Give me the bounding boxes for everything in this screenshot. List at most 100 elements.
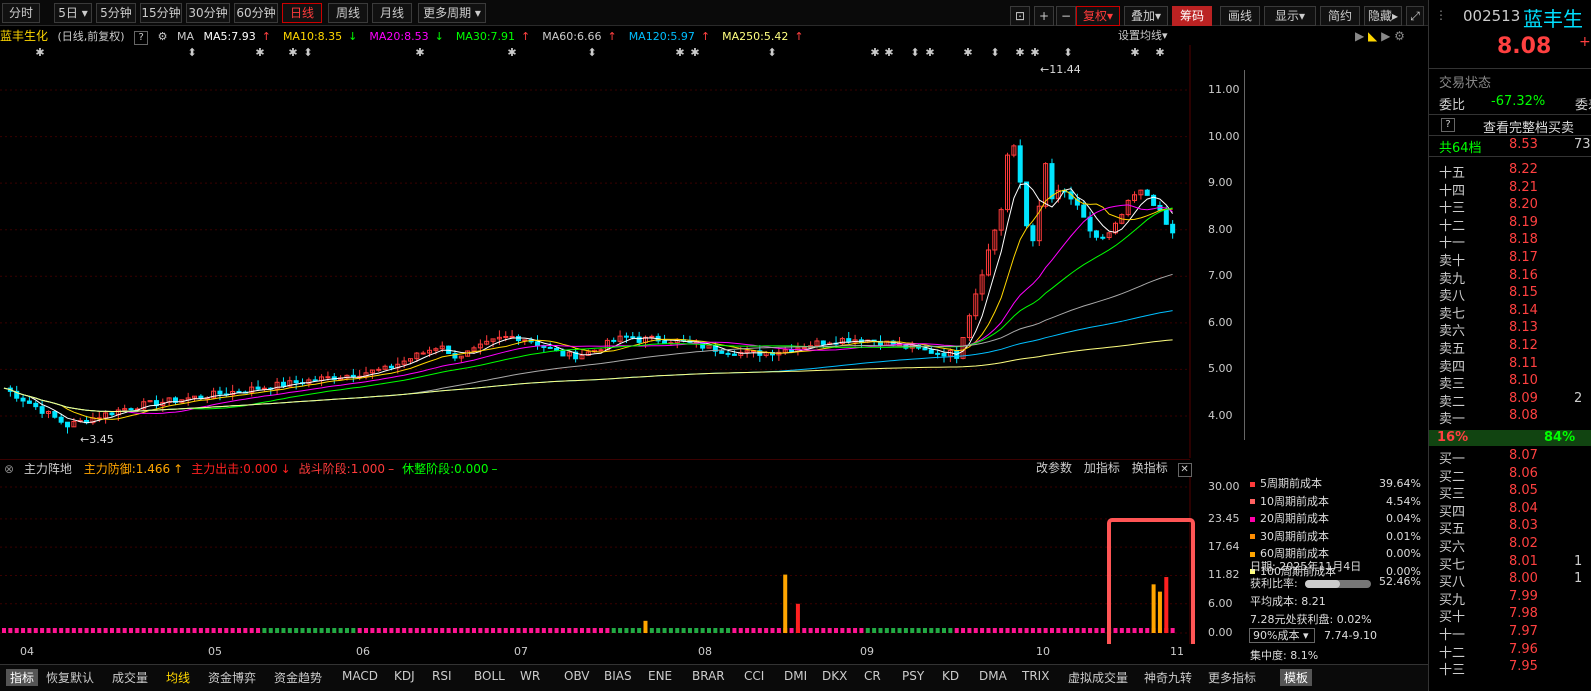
sell-row: 卖九 8.16: [1429, 268, 1591, 287]
zoom-in-icon[interactable]: +: [1034, 6, 1054, 26]
indicator-tab[interactable]: OBV: [564, 669, 590, 683]
phase-bar: [916, 628, 921, 633]
help-icon[interactable]: ?: [134, 31, 149, 45]
indicator-tab[interactable]: CCI: [744, 669, 764, 683]
candle-body: [1144, 189, 1150, 196]
lock-icon[interactable]: ⊡: [1010, 6, 1030, 26]
indicator-tab[interactable]: MACD: [342, 669, 378, 683]
sell-row: 卖四 8.11: [1429, 355, 1591, 375]
order-level: 卖十: [1439, 254, 1466, 269]
help-icon[interactable]: ?: [1441, 118, 1455, 132]
fuquan-button[interactable]: 复权▾: [1076, 6, 1120, 26]
indicator-close-icon[interactable]: ⊗: [4, 462, 14, 476]
period-6-button[interactable]: 日线: [282, 3, 322, 23]
diejia-button[interactable]: 叠加▾: [1124, 6, 1168, 26]
jianyue-button[interactable]: 简约: [1320, 6, 1360, 26]
cost-pct: 0.00%: [1386, 547, 1421, 560]
indicator-tab[interactable]: 虚拟成交量: [1068, 669, 1128, 686]
period-4-button[interactable]: 30分钟: [186, 3, 230, 23]
period-1-button[interactable]: 5日 ▾: [54, 3, 92, 23]
indicator-tab[interactable]: 均线: [166, 669, 190, 686]
indicator-tab[interactable]: ENE: [648, 669, 672, 683]
buy-row: 买七 8.01 1: [1429, 554, 1591, 573]
indicator-tab[interactable]: DKX: [822, 669, 847, 683]
indicator-tab[interactable]: 神奇九转: [1144, 669, 1192, 686]
indicator-tab[interactable]: KD: [942, 669, 959, 683]
phase-bar: [256, 628, 261, 633]
highlight-box: [1107, 518, 1195, 644]
gear-icon[interactable]: ⚙: [158, 30, 168, 43]
period-8-button[interactable]: 月线: [372, 3, 412, 23]
fullscreen-icon[interactable]: ⤢: [1406, 6, 1424, 26]
phase-bar: [560, 628, 565, 633]
kline-chart[interactable]: ✱ ⬍ ✱ ✱ ⬍ ✱ ✱ ⬍ ✱ ✱ ⬍ ✱ ✱ ⬍ ✱ ✱ ⬍ ✱ ✱ ⬍ ✱ ✱←11.44←3.45: [0, 45, 1245, 458]
close-icon[interactable]: ✕: [1177, 463, 1192, 477]
huaxian-button[interactable]: 画线: [1220, 6, 1260, 26]
chart-tools-icons[interactable]: ▶ ◣ ▶ ⚙: [1355, 27, 1405, 45]
phase-bar: [84, 628, 89, 633]
menu-icon[interactable]: ⋮: [1435, 8, 1447, 22]
period-5-button[interactable]: 60分钟: [234, 3, 278, 23]
full-orderbook-link[interactable]: 查看完整档买卖: [1483, 117, 1574, 136]
phase-bar: [71, 628, 76, 633]
order-price: 8.11: [1509, 355, 1538, 371]
indicator-tab[interactable]: 恢复默认: [46, 669, 94, 686]
indicator-tab[interactable]: RSI: [432, 669, 452, 683]
indicator-tab[interactable]: BRAR: [692, 669, 725, 683]
signal-bar: [1151, 584, 1156, 633]
indicator-tab[interactable]: BIAS: [604, 669, 632, 683]
low-annotation: ←3.45: [80, 433, 114, 446]
order-price: 8.20: [1509, 197, 1538, 213]
order-price: 8.00: [1509, 571, 1538, 587]
indicator-tab[interactable]: CR: [864, 669, 881, 683]
switch-indicator-link[interactable]: 换指标: [1132, 461, 1168, 475]
indicator-chart[interactable]: [0, 477, 1245, 644]
sell-row: 卖三 8.10: [1429, 373, 1591, 392]
zoom-out-icon[interactable]: −: [1056, 6, 1076, 26]
add-indicator-link[interactable]: 加指标: [1084, 461, 1120, 475]
indicator-tab[interactable]: PSY: [902, 669, 924, 683]
order-level: 卖五: [1439, 342, 1466, 357]
x-axis: 04 05 06 07 08 09 10 11: [0, 644, 1245, 660]
indicator-tab[interactable]: 成交量: [112, 669, 148, 686]
indicator-tab[interactable]: BOLL: [474, 669, 505, 683]
period-2-button[interactable]: 5分钟: [96, 3, 136, 23]
signal-marker: ⬍: [587, 46, 596, 59]
period-7-button[interactable]: 周线: [328, 3, 368, 23]
candle-body: [935, 352, 941, 355]
indicator-tab[interactable]: DMI: [784, 669, 807, 683]
indicator-tab[interactable]: 资金趋势: [274, 669, 322, 686]
indicator-tab[interactable]: 资金博弈: [208, 669, 256, 686]
indicator-tab[interactable]: KDJ: [394, 669, 415, 683]
ma-line: [3, 310, 1173, 412]
indicator-tab[interactable]: DMA: [979, 669, 1007, 683]
yincang-button[interactable]: 隐藏▸: [1364, 6, 1402, 26]
change-params-link[interactable]: 改参数: [1036, 461, 1072, 475]
y-tick-label: 6.00: [1208, 596, 1233, 610]
phase-bar: [59, 628, 64, 633]
signal-marker: ✱: [1015, 46, 1024, 59]
ma-settings-button[interactable]: 设置均线▾: [1118, 27, 1168, 45]
indicator-tab[interactable]: 模板: [1280, 669, 1313, 686]
order-price: 8.09: [1509, 390, 1538, 406]
phase-bar: [268, 628, 273, 633]
period-9-button[interactable]: 更多周期 ▾: [418, 3, 486, 23]
phase-bar: [554, 628, 559, 633]
phase-bar: [789, 628, 794, 633]
cursor-icon[interactable]: ◣: [1368, 29, 1377, 43]
cost-range-select[interactable]: 90%成本 ▾: [1249, 628, 1315, 643]
concentration: 集中度: 8.1%: [1250, 649, 1319, 662]
xianshi-button[interactable]: 显示▾: [1264, 6, 1316, 26]
sell-row: 卖二 8.09 2: [1429, 390, 1591, 410]
period-3-button[interactable]: 15分钟: [140, 3, 182, 23]
indicator-tab[interactable]: 指标: [6, 669, 39, 686]
indicator-tab[interactable]: WR: [520, 669, 540, 683]
indicator-tab[interactable]: 更多指标: [1208, 669, 1256, 686]
order-level: 十三: [1439, 201, 1466, 217]
phase-bar: [306, 628, 311, 633]
period-0-button[interactable]: 分时: [2, 3, 40, 23]
indicator-tab[interactable]: TRIX: [1022, 669, 1049, 683]
candle-body: [198, 395, 204, 399]
phase-bar: [656, 628, 661, 633]
chouma-button[interactable]: 筹码: [1172, 6, 1212, 26]
